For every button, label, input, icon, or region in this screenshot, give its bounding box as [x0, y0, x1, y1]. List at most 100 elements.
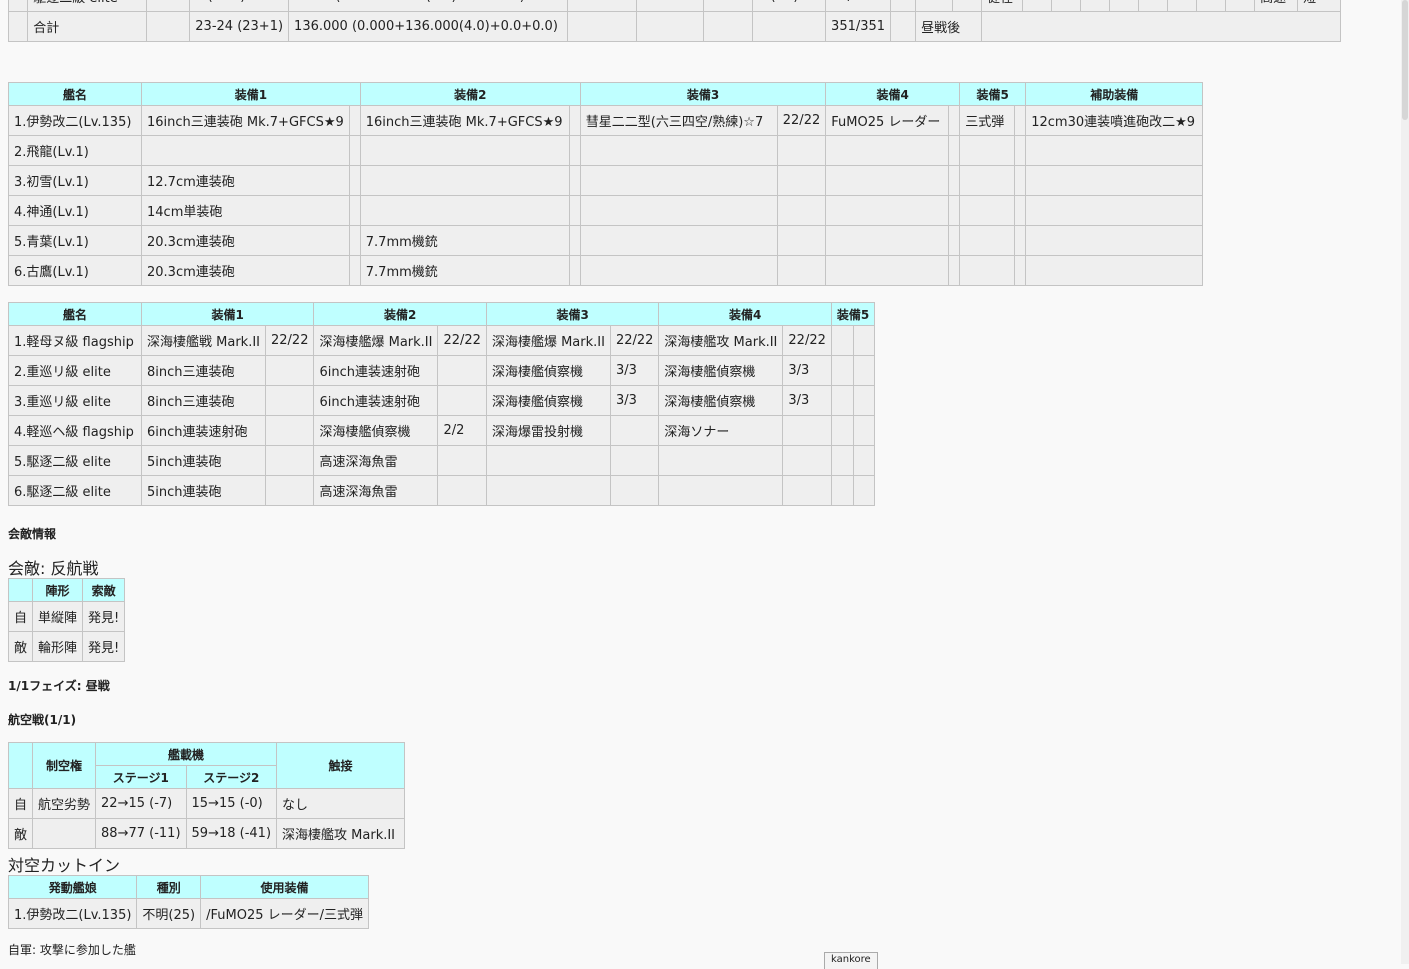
summary-cell: [890, 0, 917, 12]
fleet-cell: [359, 195, 570, 226]
air-cell: 22→15 (-7): [95, 788, 187, 819]
fleet-cell: [1025, 135, 1204, 166]
enemy-cell: 深海棲艦偵察機: [658, 385, 784, 416]
fleet-cell: [348, 105, 361, 136]
enemy-cell: [485, 475, 611, 506]
enemy-cell: [609, 475, 660, 506]
fleet-cell: [948, 195, 961, 226]
fleet-cell: 7.7mm機銃: [359, 255, 570, 286]
enemy-cell: [782, 415, 832, 446]
col-enemy-equip4: 装備4: [658, 302, 832, 326]
fleet-cell: [959, 195, 1016, 226]
fleet-cell: [776, 225, 827, 256]
browser-tab-kankore[interactable]: kankore: [824, 952, 878, 969]
enemy-row: 5.駆逐二級 elite 5inch連装砲 高速深海魚雷: [8, 445, 876, 476]
fleet-cell: [776, 135, 827, 166]
enemy-cell: 5.駆逐二級 elite: [8, 445, 142, 476]
air-cell: 59→18 (-41): [185, 818, 278, 849]
fleet-cell: [776, 255, 827, 286]
fleet-cell: [579, 195, 778, 226]
enemy-cell: [264, 385, 315, 416]
enemy-cell: 深海棲艦爆 Mark.II: [485, 325, 611, 356]
fleet-summary-table: 6駆逐二級 elite 0 (0+0)0.000 (0.000+0.000(4.0…: [7, 0, 1342, 42]
fleet-cell: [948, 105, 961, 136]
enemy-cell: [437, 385, 487, 416]
summary-cell: 1: [703, 0, 754, 12]
summary-cell: 0: [1196, 0, 1227, 12]
fleet-cell: [1025, 255, 1204, 286]
encounter-row: 敵輪形陣 発見!: [7, 631, 126, 662]
fleet-cell: 7.7mm機銃: [359, 225, 570, 256]
enemy-cell: 1.軽母ヌ級 flagship: [8, 325, 142, 356]
fleet-row: 4.神通(Lv.1) 14cm単装砲: [8, 195, 1204, 226]
summary-cell: 136.000 (0.000+136.000(4.0)+0.0+0.0): [288, 11, 569, 42]
enemy-cell: [830, 475, 854, 506]
air-cell: 航空劣勢: [32, 788, 97, 819]
summary-cell: 0 (0+0): [189, 0, 290, 12]
enemy-cell: [264, 415, 315, 446]
enemy-cell: 5inch連装砲: [141, 475, 266, 506]
aa-cutin-cell: 1.伊勢改二(Lv.135): [7, 898, 138, 929]
fleet-cell: [825, 255, 950, 286]
air-battle-title: 航空戦(1/1): [8, 713, 77, 727]
enemy-cell: [437, 475, 487, 506]
fleet-cell: [948, 225, 961, 256]
summary-cell: [146, 11, 191, 42]
fleet-cell: [579, 135, 778, 166]
enemy-cell: 深海棲艦偵察機: [485, 355, 611, 386]
enemy-cell: 3/3: [782, 385, 832, 416]
enemy-equipment-table: 艦名 装備1 装備2 装備3 装備4 装備5 1.軽母ヌ級 flagship 深海…: [8, 302, 876, 506]
enemy-cell: [437, 355, 487, 386]
fleet-row: 1.伊勢改二(Lv.135) 16inch三連装砲 Mk.7+GFCS★9 16in…: [8, 105, 1204, 136]
fleet-cell: [1014, 225, 1027, 256]
summary-cell: 短: [1297, 0, 1342, 12]
aa-col-equip: 使用装備: [200, 875, 369, 899]
fleet-cell: [348, 165, 361, 196]
aa-cutin-title: 対空カットイン: [8, 856, 121, 875]
col-enemy-equip2: 装備2: [313, 302, 487, 326]
air-col-stage1: ステージ1: [95, 765, 187, 789]
scrollbar-thumb[interactable]: [1402, 0, 1408, 120]
enemy-cell: [782, 475, 832, 506]
summary-cell: 健在: [981, 0, 1024, 12]
air-col-carrier-planes: 艦載機: [95, 742, 278, 766]
fleet-cell: [1014, 135, 1027, 166]
col-aux-equip: 補助装備: [1025, 82, 1204, 106]
enemy-cell: 22/22: [264, 325, 315, 356]
fleet-cell: 12cm30連装噴進砲改二★9: [1025, 105, 1204, 136]
enemy-cell: 2/2: [437, 415, 487, 446]
fleet-cell: [959, 255, 1016, 286]
summary-cell: 18: [1109, 0, 1140, 12]
encounter-section-title: 会敵情報: [8, 527, 57, 541]
air-cell: 自: [7, 788, 34, 819]
footer-note: 自軍: 攻撃に参加した艦: [8, 943, 136, 957]
enemy-cell: 22/22: [437, 325, 487, 356]
summary-cell: 22: [1022, 0, 1053, 12]
fleet-cell: 20.3cm連装砲: [141, 255, 350, 286]
summary-cell: 0: [1138, 0, 1169, 12]
fleet-cell: [1014, 255, 1027, 286]
air-cell: 深海棲艦攻 Mark.II: [276, 818, 406, 849]
col-equip5: 装備5: [959, 82, 1027, 106]
enemy-cell: 3/3: [609, 385, 660, 416]
fleet-cell: [568, 225, 581, 256]
summary-cell: 50: [1051, 0, 1082, 12]
fleet-cell: [776, 195, 827, 226]
fleet-cell: 4.神通(Lv.1): [8, 195, 142, 226]
enemy-cell: 2.重巡リ級 elite: [8, 355, 142, 386]
fleet-cell: [959, 225, 1016, 256]
enemy-cell: [264, 475, 315, 506]
fleet-cell: [568, 255, 581, 286]
fleet-cell: [1025, 195, 1204, 226]
enemy-cell: 4.軽巡ヘ級 flagship: [8, 415, 142, 446]
fleet-row: 2.飛龍(Lv.1): [8, 135, 1204, 166]
enemy-cell: 3.重巡リ級 elite: [8, 385, 142, 416]
enemy-cell: 6.駆逐二級 elite: [8, 475, 142, 506]
fleet-cell: [1014, 195, 1027, 226]
vertical-scrollbar[interactable]: [1401, 0, 1409, 964]
fleet-cell: [568, 105, 581, 136]
summary-cell: [981, 11, 1342, 42]
enemy-cell: 6inch連装速射砲: [141, 415, 266, 446]
fleet-cell: [1025, 165, 1204, 196]
col-equip4: 装備4: [825, 82, 961, 106]
